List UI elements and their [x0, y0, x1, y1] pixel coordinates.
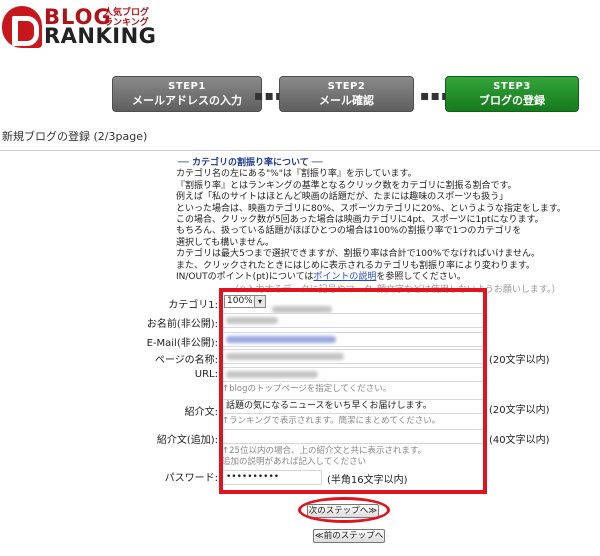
info-line: といった場合は、映画カテゴリに80%、スポーツカテゴリに20%、というような指定…	[176, 203, 566, 214]
info-line: 選択しても構いません。	[176, 237, 275, 248]
blog-name-limit: (20文字以内)	[489, 355, 550, 366]
points-explanation-link[interactable]: ポイントの説明	[313, 272, 376, 282]
info-line: 例えば「私のサイトはほとんど映画の話題だが、たまには趣味のスポーツも扱う」	[176, 192, 509, 203]
category-label: カテゴリ1:	[168, 300, 218, 311]
info-line: カテゴリは最大5つまで選択できますが、割振り率は合計で100%でなければいけませ…	[176, 249, 541, 260]
url-label: URL:	[194, 369, 218, 380]
extra-intro-limit: (40文字以内)	[489, 435, 550, 446]
step-1-label: メールアドレスの入力	[132, 94, 242, 107]
step-1-number: STEP1	[168, 81, 206, 92]
next-button-highlight	[298, 497, 390, 523]
intro-label: 紹介文:	[184, 407, 218, 418]
blog-name-label: ページの名称:	[154, 355, 218, 366]
page-title: 新規ブログの登録 (2/3page)	[2, 130, 148, 143]
extra-intro-label: 紹介文(追加):	[156, 435, 218, 446]
info-line: この場合、クリック数が5回あった場合は映画カテゴリに4pt、スポーツに1ptにな…	[176, 215, 544, 226]
name-label: お名前(非公開):	[146, 319, 218, 330]
info-line: また、クリックされたときにはじめに表示されるカテゴリも割振り率により変わります。	[176, 260, 535, 271]
logo-text-ranking: RANKING	[44, 24, 157, 48]
info-line: カテゴリ名の左にある"%"は『割振り率』を示しています。	[176, 169, 417, 180]
step-1: STEP1 メールアドレスの入力	[112, 76, 262, 112]
info-text: IN/OUTのポイント(pt)については	[176, 272, 314, 283]
form-highlight-box	[219, 288, 487, 494]
email-label: E-Mail(非公開):	[146, 338, 218, 349]
step-2-label: メール確認	[319, 94, 374, 107]
info-text: を参照してください。	[376, 272, 466, 283]
info-title: ── カテゴリの割振り率について ──	[178, 158, 323, 168]
info-line: もちろん、扱っている話題がほぼひとつの場合は100%の割振り率で1つのカテゴリを	[176, 226, 522, 237]
step-3-number: STEP3	[493, 81, 531, 92]
step-2-number: STEP2	[327, 81, 366, 92]
intro-limit: (20文字以内)	[489, 405, 550, 416]
prev-step-button[interactable]: ≪前のステップへ	[313, 529, 385, 543]
step-2: STEP2 メール確認	[279, 76, 414, 112]
password-label: パスワード:	[164, 473, 218, 484]
step-3-label: ブログの登録	[479, 94, 545, 107]
logo-icon	[2, 6, 42, 48]
category-ratio-info: ── カテゴリの割振り率について ── カテゴリ名の左にある"%"は『割振り率』…	[176, 158, 566, 283]
divider	[0, 150, 600, 151]
step-3: STEP3 ブログの登録	[445, 76, 579, 112]
info-line: 『割振り率』とはランキングの基準となるクリック数をカテゴリに割振る割合です。	[176, 180, 517, 191]
